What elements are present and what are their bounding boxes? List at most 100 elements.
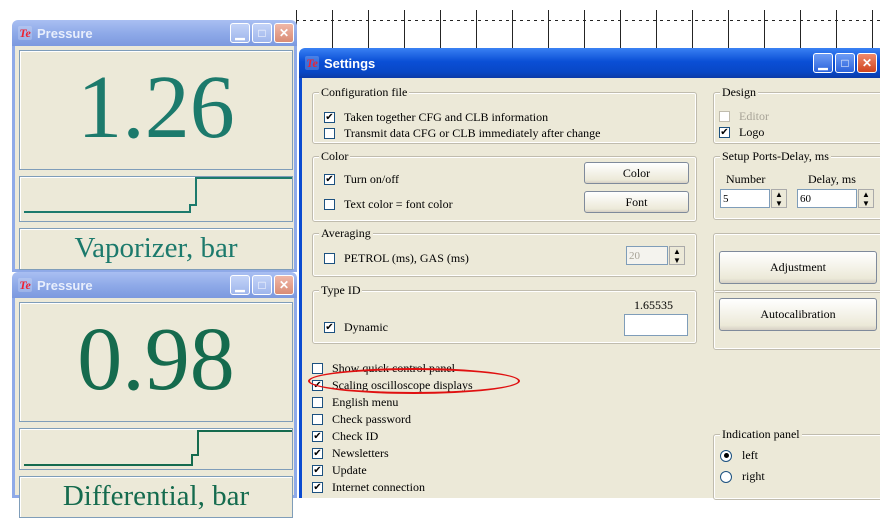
type-id-field[interactable]	[624, 314, 688, 336]
delay-field[interactable]: 60	[797, 189, 857, 208]
dynamic-option[interactable]: ✔ Dynamic	[324, 320, 388, 335]
settings-body: Configuration file ✔ Taken together CFG …	[299, 78, 880, 500]
spin-up-icon: ▲	[862, 189, 870, 199]
config-option-2[interactable]: Transmit data CFG or CLB immediately aft…	[324, 126, 601, 141]
option-row[interactable]: English menu	[312, 395, 398, 410]
radio-unselected[interactable]	[720, 470, 732, 483]
spin-down-icon: ▼	[673, 255, 681, 265]
dialog-title: Settings	[324, 55, 376, 71]
checkbox-checked[interactable]: ✔	[312, 482, 323, 493]
label-box: Vaporizer, bar	[19, 228, 293, 270]
delay-label: Delay, ms	[808, 172, 856, 186]
checkbox-checked[interactable]: ✔	[324, 322, 335, 333]
dynamic-label: Dynamic	[344, 320, 388, 334]
type-id-version: 1.65535	[634, 298, 673, 312]
option-label: Update	[332, 463, 367, 477]
indication-right-option[interactable]: right	[720, 469, 765, 484]
maximize-button[interactable]: □	[252, 23, 272, 43]
close-icon: ✕	[861, 56, 873, 70]
option-row[interactable]: ✔ Newsletters	[312, 446, 389, 461]
step-trace	[24, 430, 292, 466]
close-button[interactable]: ✕	[274, 275, 294, 295]
minimize-button[interactable]: ▁	[813, 53, 833, 73]
checkbox-unchecked[interactable]	[312, 397, 323, 408]
highlight-ellipse	[308, 368, 520, 394]
checkbox-checked[interactable]: ✔	[719, 127, 730, 138]
checkbox-unchecked[interactable]	[324, 253, 335, 264]
indication-left-option[interactable]: left	[720, 448, 758, 463]
checkbox-unchecked[interactable]	[324, 199, 335, 210]
checkbox-unchecked[interactable]	[324, 128, 335, 139]
settings-titlebar[interactable]: Te Settings ▁ □ ✕	[299, 48, 880, 78]
color-legend: Color	[319, 149, 351, 164]
minimize-button[interactable]: ▁	[230, 275, 250, 295]
config-file-legend: Configuration file	[319, 85, 410, 100]
checkbox-checked[interactable]: ✔	[312, 448, 323, 459]
close-button[interactable]: ✕	[274, 23, 294, 43]
option-row[interactable]: ✔ Internet connection	[312, 480, 425, 495]
pressure-bottom-body: 0.98 Differential, bar	[12, 298, 297, 518]
option-label: Check ID	[332, 429, 379, 443]
config-option-1-label: Taken together CFG and CLB information	[344, 110, 549, 124]
color-button[interactable]: Color	[584, 162, 689, 184]
option-row[interactable]: ✔ Update	[312, 463, 367, 478]
minimize-button[interactable]: ▁	[230, 23, 250, 43]
value-display: 0.98	[19, 302, 293, 422]
design-editor-label: Editor	[739, 109, 769, 123]
autocalibration-button[interactable]: Autocalibration	[719, 298, 877, 331]
averaging-option[interactable]: PETROL (ms), GAS (ms)	[324, 251, 469, 266]
radio-selected[interactable]	[720, 449, 732, 462]
number-label: Number	[726, 172, 766, 186]
font-button[interactable]: Font	[584, 191, 689, 213]
design-editor-option[interactable]: Editor	[719, 109, 769, 124]
minimize-icon: ▁	[235, 278, 245, 292]
maximize-icon: □	[258, 26, 266, 40]
text-color-option[interactable]: Text color = font color	[324, 197, 453, 212]
checkbox-checked[interactable]: ✔	[312, 465, 323, 476]
close-icon: ✕	[278, 26, 290, 40]
color-turn-on-label: Turn on/off	[344, 172, 400, 186]
color-turn-on-option[interactable]: ✔ Turn on/off	[324, 172, 399, 187]
checkbox-checked[interactable]: ✔	[312, 431, 323, 442]
value-display: 1.26	[19, 50, 293, 170]
pressure-value: 1.26	[77, 58, 235, 157]
option-label: English menu	[332, 395, 399, 409]
minimize-icon: ▁	[818, 56, 828, 70]
ports-delay-group: Setup Ports-Delay, ms	[713, 149, 880, 220]
option-row[interactable]: ✔ Check ID	[312, 429, 378, 444]
checkbox-disabled[interactable]	[719, 111, 730, 122]
maximize-button[interactable]: □	[252, 275, 272, 295]
indication-left-label: left	[742, 448, 758, 462]
option-row[interactable]: Check password	[312, 412, 411, 427]
window-title: Pressure	[37, 25, 93, 41]
close-icon: ✕	[278, 278, 290, 292]
maximize-button[interactable]: □	[835, 53, 855, 73]
step-trace	[24, 177, 292, 213]
pressure-window-bottom[interactable]: Te Pressure ▁ □ ✕ 0.98 Differential, bar	[12, 272, 297, 518]
window-title: Pressure	[37, 277, 93, 293]
settings-titlebar-wrap[interactable]: Te Settings ▁ □ ✕	[299, 48, 880, 78]
spin-up-icon: ▲	[775, 189, 783, 199]
checkbox-checked[interactable]: ✔	[324, 174, 335, 185]
adjustment-button[interactable]: Adjustment	[719, 251, 877, 284]
config-option-2-label: Transmit data CFG or CLB immediately aft…	[344, 126, 601, 140]
number-field[interactable]: 5	[720, 189, 770, 208]
app-icon: Te	[18, 277, 32, 292]
pressure-window-top[interactable]: Te Pressure ▁ □ ✕ 1.26 Vaporizer, bar	[12, 20, 297, 272]
averaging-spinner[interactable]: ▲ ▼	[669, 246, 685, 265]
config-option-1[interactable]: ✔ Taken together CFG and CLB information	[324, 110, 548, 125]
close-button[interactable]: ✕	[857, 53, 877, 73]
pressure-top-body: 1.26 Vaporizer, bar	[12, 46, 297, 272]
type-id-legend: Type ID	[319, 283, 363, 298]
checkbox-unchecked[interactable]	[312, 414, 323, 425]
delay-spinner[interactable]: ▲ ▼	[858, 189, 874, 208]
pressure-bottom-titlebar[interactable]: Te Pressure ▁ □ ✕	[12, 272, 297, 298]
design-logo-option[interactable]: ✔ Logo	[719, 125, 764, 140]
averaging-field[interactable]: 20	[626, 246, 668, 265]
checkbox-unchecked[interactable]	[312, 363, 323, 374]
indication-panel-legend: Indication panel	[720, 427, 802, 442]
checkbox-checked[interactable]: ✔	[324, 112, 335, 123]
number-spinner[interactable]: ▲ ▼	[771, 189, 787, 208]
pressure-top-titlebar[interactable]: Te Pressure ▁ □ ✕	[12, 20, 297, 46]
indication-panel-group: Indication panel	[713, 427, 880, 500]
